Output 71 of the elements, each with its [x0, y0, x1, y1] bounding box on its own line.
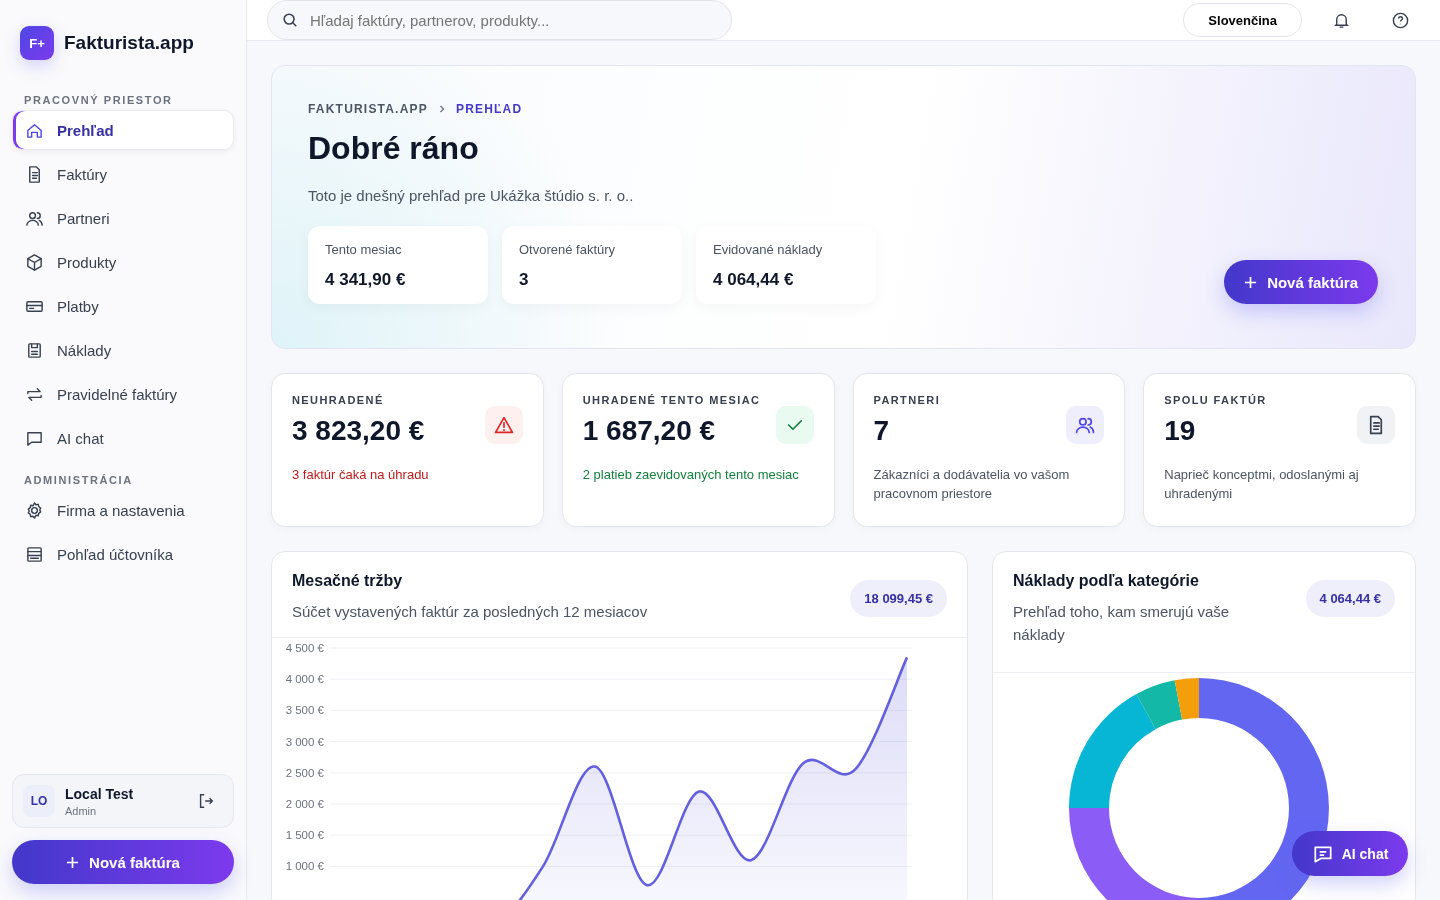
kpi-title: SPOLU FAKTÚR	[1164, 394, 1267, 406]
kpi-title: NEUHRADENÉ	[292, 394, 385, 406]
logout-icon[interactable]	[197, 792, 215, 810]
page-title: Dobré ráno	[308, 130, 480, 167]
stat-value: 4 064,44 €	[713, 270, 795, 290]
search-field[interactable]: Hľadaj faktúry, partnerov, produkty...	[267, 0, 732, 40]
chevron-icon	[437, 104, 446, 114]
total-badge: 4 064,44 €	[1305, 580, 1395, 617]
user-avatar: LO	[23, 785, 55, 817]
axis-tick-label: 4 500 €	[285, 642, 324, 654]
plus-icon	[1244, 275, 1258, 289]
stat-value: 4 341,90 €	[325, 270, 407, 290]
section-title: PRACOVNÝ PRIESTOR	[23, 93, 174, 108]
stat-label: Otvorené faktúry	[519, 242, 617, 257]
ledger-icon	[25, 544, 44, 564]
sidebar-item[interactable]: Firma a nastavenia	[12, 490, 234, 530]
box-icon	[25, 252, 44, 272]
axis-tick-label: 2 000 €	[285, 798, 324, 810]
kpi-value: 7	[873, 415, 891, 447]
breadcrumb-link[interactable]: FAKTURISTA.APP	[308, 102, 428, 116]
kpi-value: 1 687,20 €	[582, 415, 717, 447]
kpi-title: UHRADENÉ TENTO MESIAC	[582, 394, 761, 406]
sidebar-item[interactable]: Faktúry	[12, 154, 234, 194]
axis-tick-label: 1 500 €	[285, 829, 324, 842]
kpi-note: 2 platieb zaevidovaných tento mesiac	[582, 466, 800, 484]
language-button[interactable]: Slovenčina	[1183, 3, 1302, 37]
stat-value: 3	[519, 270, 530, 290]
user-role: Admin	[65, 804, 98, 817]
card-subtitle: Súčet vystavených faktúr za posledných 12 mesiacov	[292, 602, 648, 622]
kpi-value: 3 823,20 €	[292, 415, 425, 447]
document-icon	[1357, 406, 1395, 444]
sidebar-item[interactable]: Pravidelné faktúry	[12, 374, 234, 414]
kpi-note: Zákazníci a dodávatelia vo vašom pracovnom priestore	[873, 466, 1071, 503]
card-title: Mesačné tržby	[292, 572, 404, 590]
kpi-value: 19	[1164, 415, 1197, 447]
section-title: ADMINISTRÁCIA	[23, 473, 134, 488]
axis-tick-label: 4 000 €	[285, 673, 324, 686]
axis-tick-label: 3 500 €	[285, 704, 324, 717]
kpi-note: 3 faktúr čaká na úhradu	[292, 466, 430, 484]
sidebar-item[interactable]: Pohľad účtovníka	[12, 534, 234, 574]
total-badge: 18 099,45 €	[850, 580, 947, 617]
user-name: Local Test	[65, 785, 135, 802]
app-logo: F+	[20, 26, 54, 60]
sidebar-item[interactable]: Náklady	[12, 330, 234, 370]
app-name: Fakturista.app	[64, 32, 194, 54]
sidebar-item[interactable]: Produkty	[12, 242, 234, 282]
plus-icon	[66, 855, 80, 869]
settings-icon	[25, 500, 44, 520]
ai-chat-button[interactable]: AI chat	[1292, 831, 1408, 876]
card-subtitle: Prehľad toho, kam smerujú vaše náklady	[1013, 602, 1231, 645]
kpi-title: PARTNERI	[873, 394, 941, 406]
search-icon	[281, 11, 299, 29]
help-icon[interactable]	[1391, 10, 1410, 30]
page-subtitle: Toto je dnešný prehľad pre Ukážka štúdio s. r. o..	[308, 187, 635, 204]
stat-label: Evidované náklady	[713, 242, 824, 257]
users-icon	[1066, 406, 1105, 444]
axis-tick-label: 2 500 €	[285, 766, 324, 779]
sidebar-item[interactable]: Prehľad	[12, 110, 234, 150]
axis-tick-label: 1 000 €	[285, 860, 324, 873]
sidebar-item[interactable]: AI chat	[12, 418, 234, 458]
sidebar-item[interactable]: Partneri	[12, 198, 234, 238]
warning-icon	[484, 406, 523, 444]
stat-label: Tento mesiac	[325, 242, 403, 257]
axis-tick-label: 3 000 €	[285, 735, 324, 748]
new-invoice-button[interactable]: Nová faktúra	[1224, 260, 1378, 304]
kpi-note: Naprieč konceptmi, odoslanými aj uhradenými	[1164, 466, 1360, 503]
card-title: Náklady podľa kategórie	[1013, 572, 1200, 590]
sidebar-item[interactable]: Platby	[12, 286, 234, 326]
new-invoice-button[interactable]: Nová faktúra	[12, 840, 234, 884]
breadcrumb-current: PREHĽAD	[455, 102, 523, 116]
check-icon	[775, 406, 814, 444]
